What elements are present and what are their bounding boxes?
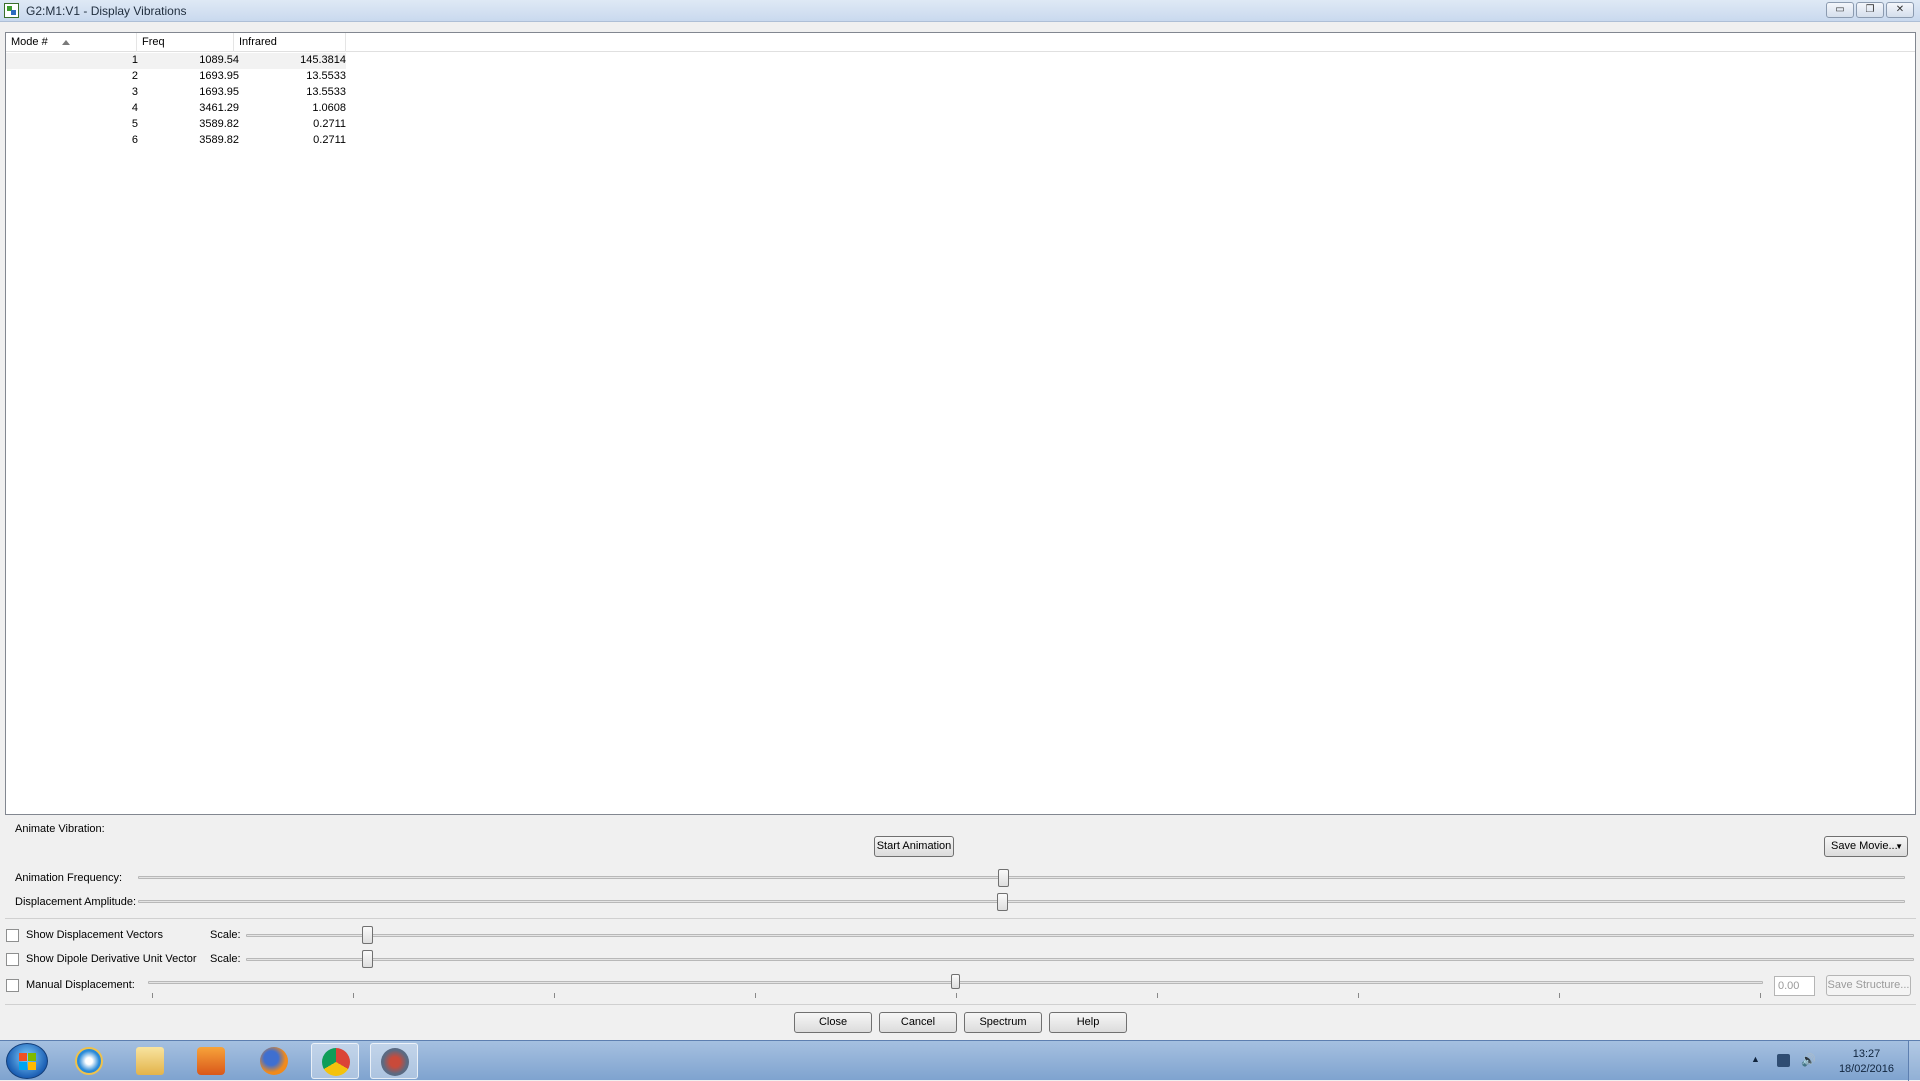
show-hidden-icons-icon[interactable]: ▲ [1751, 1054, 1764, 1067]
manual-displacement-checkbox[interactable] [6, 979, 19, 992]
infrared-cell: 0.2711 [313, 118, 346, 130]
gaussview-icon [381, 1048, 409, 1076]
slider-tick [353, 993, 354, 998]
infrared-cell: 0.2711 [313, 134, 346, 146]
volume-icon[interactable]: 🔊 [1801, 1054, 1816, 1067]
dipole-scale-label: Scale: [210, 953, 241, 965]
mode-cell: 1 [131, 54, 138, 66]
window-title: G2:M1:V1 - Display Vibrations [26, 4, 187, 18]
animation-frequency-slider[interactable] [998, 869, 1009, 887]
start-animation-button[interactable]: Start Animation [874, 836, 954, 857]
close-button[interactable]: Close [794, 1012, 872, 1033]
save-movie-button[interactable]: Save Movie... ▼ [1824, 836, 1908, 857]
taskbar-item-gaussview[interactable] [370, 1043, 418, 1079]
dipole-scale-track[interactable] [246, 958, 1914, 961]
column-header-freq[interactable]: Freq [137, 33, 234, 52]
clock[interactable]: 13:27 18/02/2016 [1839, 1047, 1894, 1077]
table-row[interactable]: 6 3589.82 0.2711 [6, 133, 346, 149]
show-displacement-vectors-label: Show Displacement Vectors [26, 929, 163, 941]
slider-tick [1559, 993, 1560, 998]
slider-tick [1760, 993, 1761, 998]
dipole-scale-slider[interactable] [362, 950, 373, 968]
media-player-icon [197, 1047, 225, 1075]
table-row[interactable]: 5 3589.82 0.2711 [6, 117, 346, 133]
sort-ascending-icon [62, 40, 70, 45]
table-header: Mode # Freq Infrared [6, 33, 1915, 52]
restore-button[interactable]: ❐ [1856, 2, 1884, 18]
vectors-scale-track[interactable] [246, 934, 1914, 937]
infrared-cell: 145.3814 [300, 54, 346, 66]
table-row[interactable]: 3 1693.95 13.5533 [6, 85, 346, 101]
manual-displacement-value[interactable]: 0.00 [1774, 976, 1815, 996]
animation-frequency-track[interactable] [138, 876, 1905, 879]
show-displacement-vectors-checkbox[interactable] [6, 929, 19, 942]
spectrum-button[interactable]: Spectrum [964, 1012, 1042, 1033]
freq-cell: 1693.95 [199, 86, 239, 98]
column-header-infrared[interactable]: Infrared [234, 33, 346, 52]
cancel-button[interactable]: Cancel [879, 1012, 957, 1033]
modes-table[interactable]: Mode # Freq Infrared 1 1089.54 145.3814 … [5, 32, 1916, 815]
save-structure-button[interactable]: Save Structure... [1826, 975, 1911, 996]
displacement-amplitude-slider[interactable] [997, 893, 1008, 911]
help-button[interactable]: Help [1049, 1012, 1127, 1033]
mode-cell: 2 [131, 70, 138, 82]
manual-displacement-slider[interactable] [951, 974, 960, 989]
freq-cell: 3589.82 [199, 118, 239, 130]
show-dipole-derivative-checkbox[interactable] [6, 953, 19, 966]
displacement-amplitude-label: Displacement Amplitude: [15, 896, 137, 908]
infrared-cell: 13.5533 [306, 70, 346, 82]
title-bar: G2:M1:V1 - Display Vibrations ▭ ❐ ✕ [0, 0, 1920, 22]
mode-cell: 5 [131, 118, 138, 130]
minimize-button[interactable]: ▭ [1826, 2, 1854, 18]
slider-tick [755, 993, 756, 998]
table-row[interactable]: 1 1089.54 145.3814 [6, 53, 346, 69]
file-explorer-icon [136, 1047, 164, 1075]
manual-displacement-label: Manual Displacement: [26, 979, 135, 991]
taskbar-item-firefox[interactable] [250, 1043, 298, 1079]
taskbar-item-chrome[interactable] [311, 1043, 359, 1079]
slider-tick [1157, 993, 1158, 998]
taskbar-item-media-player[interactable] [187, 1043, 235, 1079]
infrared-cell: 13.5533 [306, 86, 346, 98]
freq-cell: 1693.95 [199, 70, 239, 82]
time: 13:27 [1852, 1048, 1881, 1060]
firefox-icon [260, 1047, 288, 1075]
divider [5, 1004, 1916, 1005]
taskbar: ▲ 🔊 13:27 18/02/2016 [0, 1040, 1920, 1081]
column-header-mode[interactable]: Mode # [6, 33, 137, 52]
taskbar-item-internet-explorer[interactable] [65, 1043, 113, 1079]
freq-cell: 3589.82 [199, 134, 239, 146]
date: 18/02/2016 [1838, 1063, 1894, 1075]
start-button[interactable] [6, 1043, 48, 1079]
freq-cell: 1089.54 [199, 54, 239, 66]
dropdown-arrow-icon: ▼ [1895, 842, 1903, 851]
slider-tick [1358, 993, 1359, 998]
slider-tick [152, 993, 153, 998]
table-row[interactable]: 2 1693.95 13.5533 [6, 69, 346, 85]
slider-tick [956, 993, 957, 998]
infrared-cell: 1.0608 [312, 102, 346, 114]
mode-cell: 3 [131, 86, 138, 98]
freq-cell: 3461.29 [199, 102, 239, 114]
slider-tick [554, 993, 555, 998]
show-desktop-button[interactable] [1908, 1041, 1920, 1081]
animate-vibration-label: Animate Vibration: [15, 823, 105, 835]
table-row[interactable]: 4 3461.29 1.0608 [6, 101, 346, 117]
internet-explorer-icon [75, 1047, 103, 1075]
vectors-scale-label: Scale: [210, 929, 241, 941]
app-icon [4, 3, 19, 18]
displacement-amplitude-track[interactable] [138, 900, 1905, 903]
network-icon[interactable] [1777, 1054, 1790, 1067]
show-dipole-derivative-label: Show Dipole Derivative Unit Vector [26, 953, 197, 965]
close-window-button[interactable]: ✕ [1886, 2, 1914, 18]
mode-cell: 6 [131, 134, 138, 146]
animation-frequency-label: Animation Frequency: [15, 872, 122, 884]
taskbar-item-file-explorer[interactable] [126, 1043, 174, 1079]
chrome-icon [322, 1048, 350, 1076]
divider [5, 918, 1916, 919]
mode-cell: 4 [131, 102, 138, 114]
vectors-scale-slider[interactable] [362, 926, 373, 944]
